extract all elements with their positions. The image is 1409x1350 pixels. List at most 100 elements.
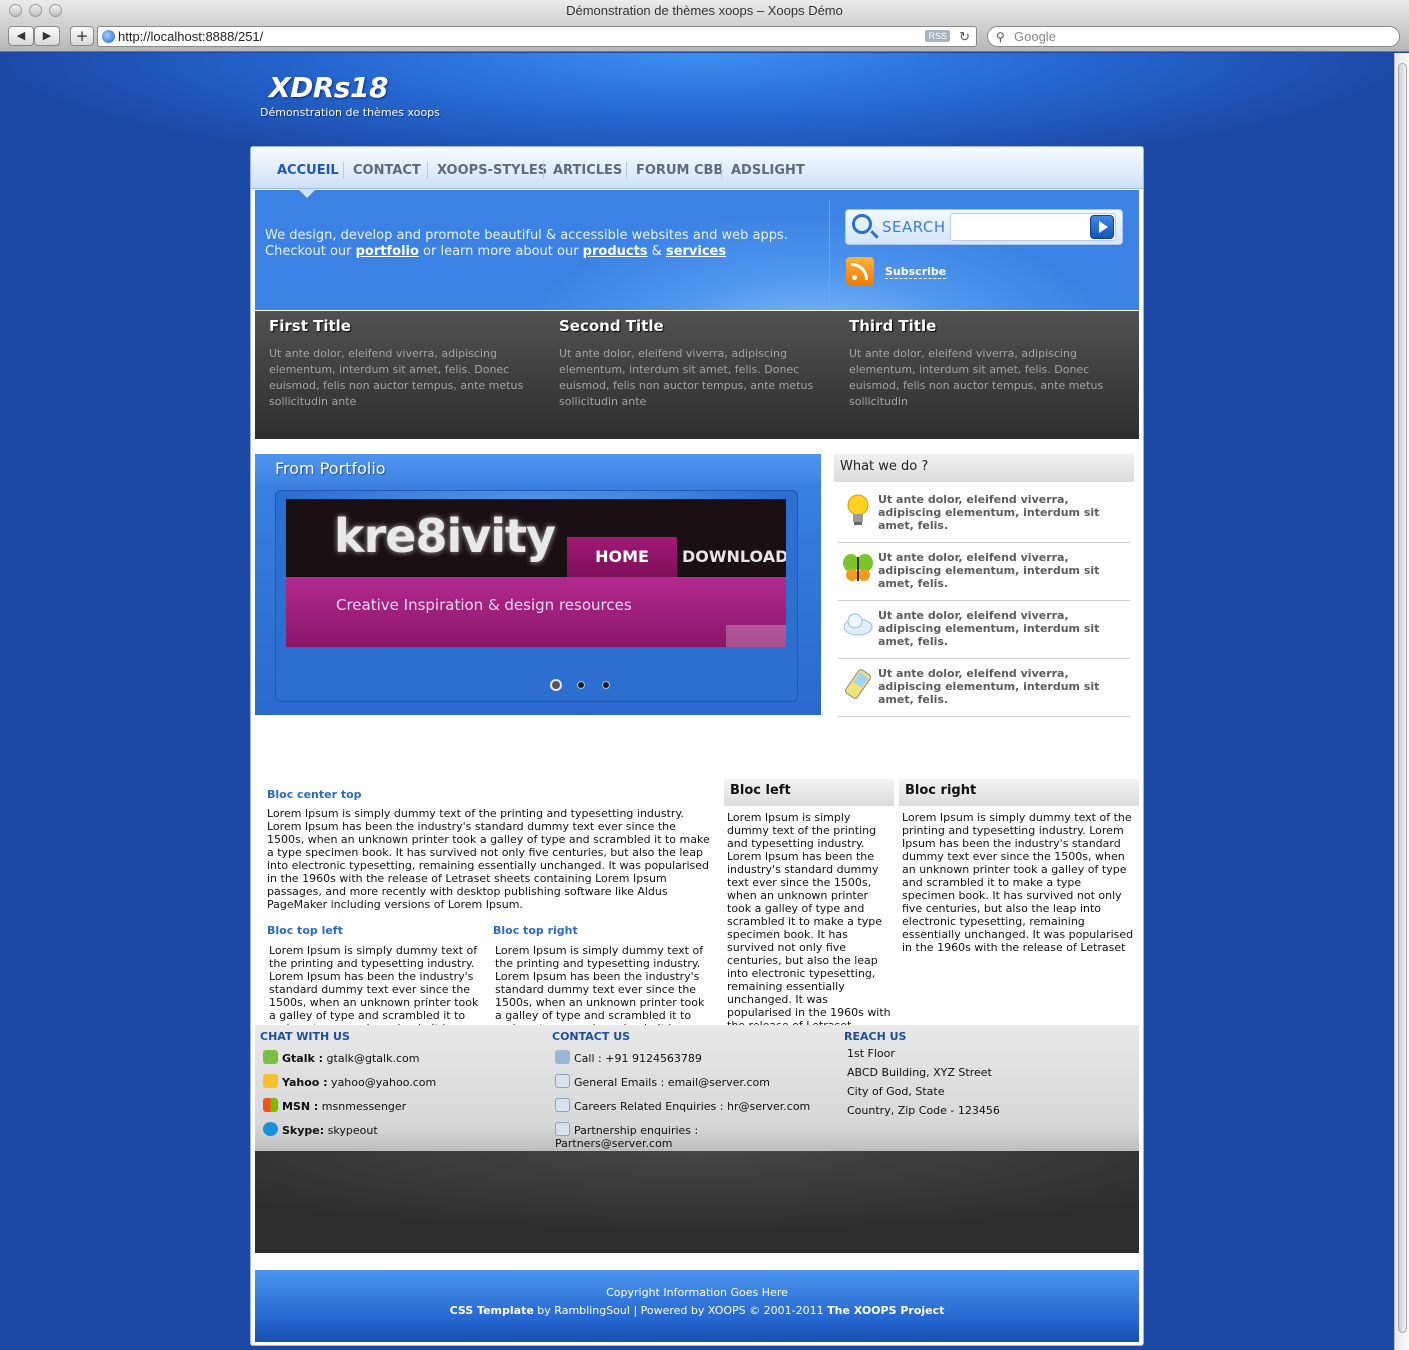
mail-icon <box>555 1098 570 1112</box>
feature-band: First Title Ut ante dolor, eleifend vive… <box>255 311 1139 439</box>
products-link[interactable]: products <box>583 244 648 259</box>
scrollbar-thumb[interactable] <box>1398 63 1407 1333</box>
zoom-window-button[interactable] <box>49 4 62 17</box>
slider-dot-2[interactable] <box>577 681 585 689</box>
portfolio-tagline: Creative Inspiration & design resources <box>336 596 632 614</box>
rss-badge[interactable]: RSS <box>925 30 950 42</box>
bloc-top-left-title: Bloc top left <box>267 924 343 937</box>
chat-skype: Skype: skypeout <box>263 1122 378 1137</box>
search-icon <box>852 214 872 234</box>
feature-column: Third Title Ut ante dolor, eleifend vive… <box>849 317 1119 410</box>
portfolio-slider: kre8ivity HOME DOWNLOADS Creative Inspir… <box>275 490 798 702</box>
add-bookmark-button[interactable]: + <box>70 26 94 46</box>
what-we-do-item: Ut ante dolor, eleifend viverra, adipisc… <box>838 485 1130 543</box>
phone-icon <box>844 669 872 699</box>
nav-accueil[interactable]: ACCUEIL <box>277 163 339 178</box>
hero-divider <box>829 200 830 300</box>
feature-text: Ut ante dolor, eleifend viverra, adipisc… <box>849 347 1104 408</box>
subscribe-link[interactable]: Subscribe <box>885 265 947 279</box>
contact-value[interactable]: General Emails : email@server.com <box>574 1076 770 1089</box>
chat-label: Skype: <box>282 1124 325 1137</box>
chat-label: Gtalk : <box>282 1052 324 1065</box>
copyright-line: Copyright Information Goes Here <box>606 1286 788 1299</box>
back-button[interactable]: ◀ <box>8 26 34 46</box>
chat-yahoo: Yahoo : yahoo@yahoo.com <box>263 1074 436 1089</box>
chat-value: msnmessenger <box>318 1100 407 1113</box>
site-logo[interactable]: XDRs18 <box>269 71 389 104</box>
what-we-do-item: Ut ante dolor, eleifend viverra, adipisc… <box>838 659 1130 717</box>
xoops-project-link[interactable]: The XOOPS Project <box>827 1304 944 1317</box>
what-we-do-item: Ut ante dolor, eleifend viverra, adipisc… <box>838 601 1130 659</box>
nav-divider <box>626 162 627 179</box>
reload-icon[interactable]: ↻ <box>959 27 970 46</box>
address-line: Country, Zip Code - 123456 <box>847 1104 1000 1117</box>
browser-toolbar: ◀ ▶ + http://localhost:8888/251/ RSS ↻ ⚲… <box>0 22 1409 52</box>
contact-general: General Emails : email@server.com <box>555 1074 770 1089</box>
page-viewport: XDRs18 Démonstration de thèmes xoops ACC… <box>0 53 1394 1350</box>
services-link[interactable]: services <box>666 244 726 259</box>
css-template-link[interactable]: CSS Template <box>450 1304 534 1317</box>
mail-icon <box>555 1122 570 1136</box>
what-we-do-text: Ut ante dolor, eleifend viverra, adipisc… <box>878 551 1100 590</box>
chat-msn: MSN : msnmessenger <box>263 1098 406 1113</box>
contact-value[interactable]: Partners@server.com <box>555 1137 673 1150</box>
feature-column: First Title Ut ante dolor, eleifend vive… <box>269 317 539 410</box>
chat-with-us-title: CHAT WITH US <box>260 1030 350 1043</box>
nav-contact[interactable]: CONTACT <box>353 163 421 178</box>
hero-text: We design, develop and promote beautiful… <box>265 228 825 260</box>
site-slogan: Démonstration de thèmes xoops <box>260 106 440 119</box>
address-bar[interactable]: http://localhost:8888/251/ RSS ↻ <box>97 26 977 47</box>
bloc-right-text: Lorem Ipsum is simply dummy text of the … <box>902 811 1134 954</box>
portfolio-home-tab: HOME <box>567 537 677 577</box>
portfolio-screenshot[interactable]: kre8ivity HOME DOWNLOADS Creative Inspir… <box>286 499 786 647</box>
contact-call: Call : +91 9124563789 <box>555 1050 702 1065</box>
reach-us-title: REACH US <box>844 1030 907 1043</box>
nav-divider <box>543 162 544 179</box>
nav-adslight[interactable]: ADSLIGHT <box>731 163 805 178</box>
chat-value: skypeout <box>324 1124 378 1137</box>
main-nav: ACCUEIL CONTACT XOOPS-STYLES ARTICLES FO… <box>251 147 1143 189</box>
address-line: ABCD Building, XYZ Street <box>847 1066 992 1079</box>
nav-xoops-styles[interactable]: XOOPS-STYLES <box>437 163 547 178</box>
address-line: City of God, State <box>847 1085 945 1098</box>
msn-icon <box>263 1098 278 1112</box>
cloud-icon <box>843 613 873 636</box>
portfolio-link[interactable]: portfolio <box>356 244 419 259</box>
web-search-placeholder: Google <box>1014 29 1056 44</box>
what-we-do-text: Ut ante dolor, eleifend viverra, adipisc… <box>878 667 1100 706</box>
site-search-box: SEARCH <box>845 209 1123 245</box>
nav-forum-cbb[interactable]: FORUM CBB <box>636 163 723 178</box>
minimize-window-button[interactable] <box>29 4 42 17</box>
contact-us-title: CONTACT US <box>552 1030 631 1043</box>
chat-value: gtalk@gtalk.com <box>323 1052 420 1065</box>
bloc-center-top-title: Bloc center top <box>267 788 362 801</box>
feature-title: Second Title <box>559 317 664 335</box>
contact-value[interactable]: Careers Related Enquiries : hr@server.co… <box>574 1100 810 1113</box>
portfolio-title: From Portfolio <box>255 454 821 484</box>
nav-articles[interactable]: ARTICLES <box>553 163 622 178</box>
contact-value: Partnership enquiries : <box>574 1124 699 1137</box>
portfolio-downloads-tab: DOWNLOADS <box>682 547 786 566</box>
what-we-do-text: Ut ante dolor, eleifend viverra, adipisc… <box>878 493 1100 532</box>
main-container: ACCUEIL CONTACT XOOPS-STYLES ARTICLES FO… <box>250 146 1144 1346</box>
forward-button[interactable]: ▶ <box>34 26 60 46</box>
search-label: SEARCH <box>882 218 946 236</box>
skype-icon <box>263 1122 278 1136</box>
portfolio-decoration <box>726 625 786 647</box>
contact-strip: CHAT WITH US Gtalk : gtalk@gtalk.com Yah… <box>255 1025 1139 1151</box>
portfolio-section: From Portfolio kre8ivity HOME DOWNLOADS … <box>255 454 821 715</box>
rss-feed-icon[interactable] <box>846 257 874 285</box>
window-titlebar: Démonstration de thèmes xoops – Xoops Dé… <box>0 0 1409 22</box>
feature-text: Ut ante dolor, eleifend viverra, adipisc… <box>559 347 814 408</box>
phone-icon <box>555 1050 570 1064</box>
bloc-right-title: Bloc right <box>899 779 1139 806</box>
slider-dot-3[interactable] <box>602 681 610 689</box>
slider-dot-1[interactable] <box>550 679 562 691</box>
web-search-field[interactable]: ⚲ Google <box>987 26 1400 47</box>
what-we-do-item: Ut ante dolor, eleifend viverra, adipisc… <box>838 543 1130 601</box>
close-window-button[interactable] <box>9 4 22 17</box>
chat-label: Yahoo : <box>282 1076 328 1089</box>
search-submit-button[interactable] <box>1090 215 1114 239</box>
butterfly-icon <box>843 554 873 581</box>
vertical-scrollbar[interactable] <box>1394 53 1409 1350</box>
